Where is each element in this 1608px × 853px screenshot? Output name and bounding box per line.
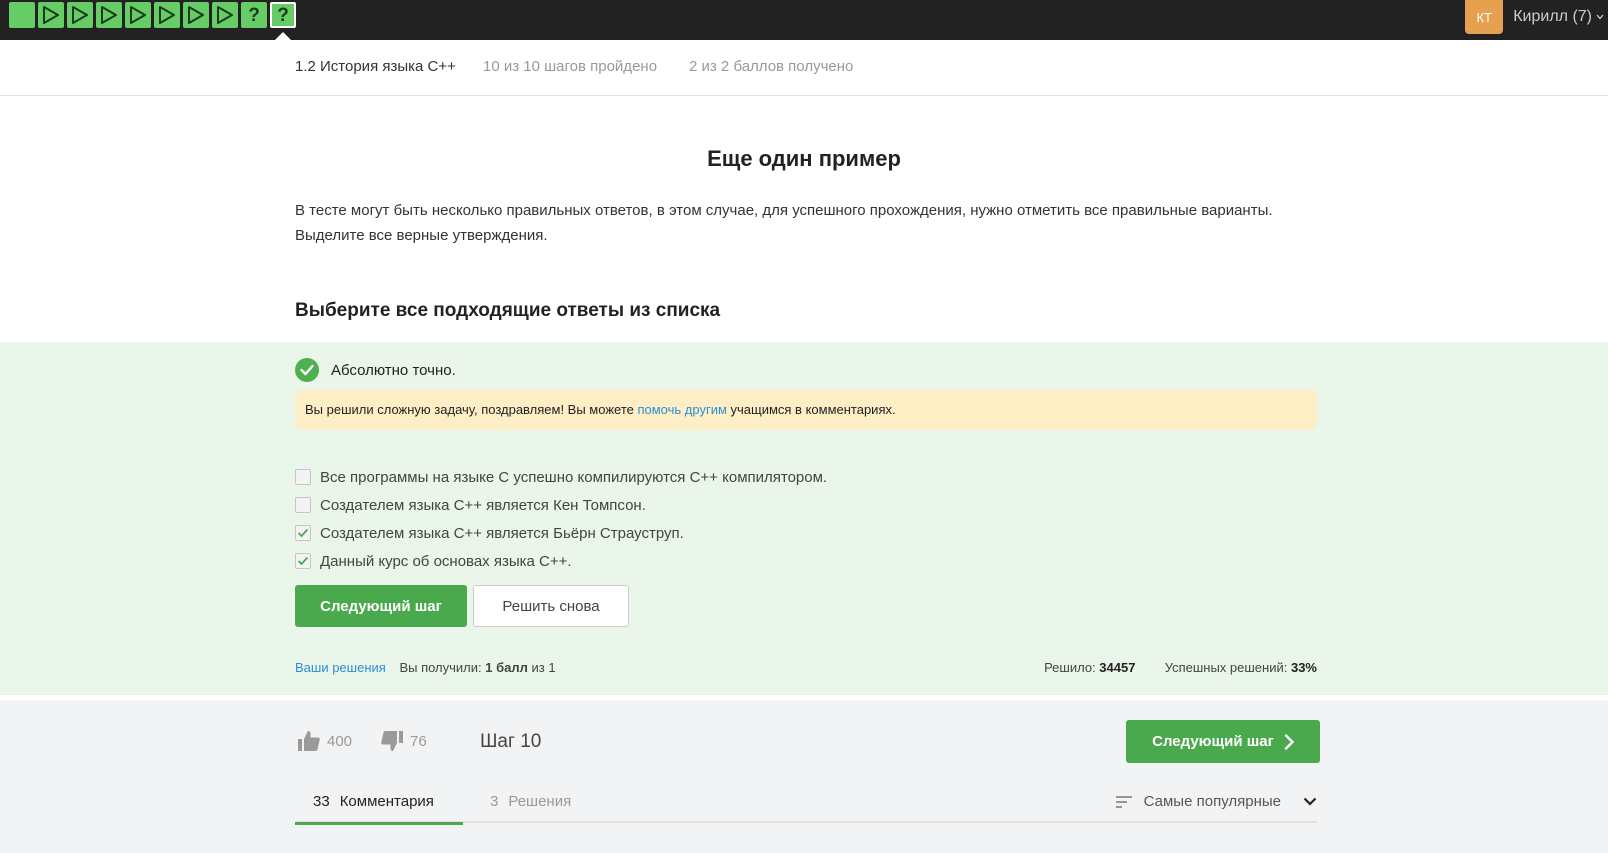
answer-option[interactable]: Все программы на языке C успешно компили… — [295, 463, 827, 491]
checkbox-checked[interactable] — [295, 553, 311, 569]
solved-count: 34457 — [1099, 660, 1136, 675]
comments-count: 33 — [313, 793, 330, 810]
thumbs-up-icon — [298, 731, 320, 751]
chevron-right-icon — [1284, 733, 1294, 750]
received-label: Вы получили: — [399, 660, 482, 675]
play-icon — [43, 6, 59, 24]
discussion-tabs: 33 Комментария 3 Решения Самые популярны… — [295, 790, 1317, 825]
option-label: Создателем языка C++ является Бьёрн Стра… — [320, 524, 684, 542]
chevron-down-icon — [1303, 797, 1317, 806]
solutions-count: 3 — [490, 793, 499, 810]
lesson-points: 2 из 2 баллов получено — [689, 58, 854, 75]
answer-option[interactable]: Создателем языка C++ является Кен Томпсо… — [295, 491, 827, 519]
solutions-label: Решения — [508, 793, 572, 810]
result-status: Абсолютно точно. — [295, 358, 456, 382]
play-icon — [188, 6, 204, 24]
play-icon — [159, 6, 175, 24]
chevron-down-icon[interactable] — [1596, 14, 1604, 20]
step-10-quiz[interactable]: ? — [270, 2, 296, 28]
step-5-video[interactable] — [125, 2, 151, 28]
success-rate: 33% — [1290, 660, 1317, 675]
sort-icon — [1115, 795, 1132, 808]
next-step-button[interactable]: Следующий шаг — [295, 585, 467, 627]
step-title: Еще один пример — [707, 146, 901, 171]
sort-label: Самые популярные — [1143, 793, 1281, 810]
like-button[interactable]: 400 — [297, 730, 352, 752]
checkmark-icon — [297, 528, 309, 538]
lesson-title[interactable]: 1.2 История языка C++ — [295, 58, 456, 75]
thumbs-down-icon — [381, 731, 403, 751]
help-others-link[interactable]: помочь другим — [637, 402, 726, 417]
next-step-footer-label: Следующий шаг — [1152, 733, 1274, 750]
hint-box: Вы решили сложную задачу, поздравляем! В… — [295, 390, 1317, 430]
received-value: 1 балл — [485, 660, 528, 675]
check-circle-icon — [295, 358, 319, 382]
option-label: Создателем языка C++ является Кен Томпсо… — [320, 496, 646, 514]
checkbox[interactable] — [295, 469, 311, 485]
answer-option[interactable]: Создателем языка C++ является Бьёрн Стра… — [295, 519, 827, 547]
retry-button[interactable]: Решить снова — [473, 585, 629, 627]
likes-count: 400 — [327, 732, 353, 750]
step-7-video[interactable] — [183, 2, 209, 28]
question-icon: ? — [277, 4, 289, 26]
checkmark-icon — [297, 556, 309, 566]
option-label: Все программы на языке C успешно компили… — [320, 468, 828, 486]
step-footer — [0, 700, 1608, 853]
avatar[interactable]: КТ — [1465, 0, 1504, 34]
step-3-video[interactable] — [67, 2, 93, 28]
play-icon — [72, 6, 88, 24]
dislikes-count: 76 — [410, 732, 427, 750]
play-icon — [101, 6, 117, 24]
next-step-footer-button[interactable]: Следующий шаг — [1126, 720, 1320, 763]
step-4-video[interactable] — [96, 2, 122, 28]
step-2-video[interactable] — [38, 2, 64, 28]
step-navigation: ? ? — [9, 2, 296, 28]
current-step-pointer — [275, 32, 291, 40]
your-solutions-link[interactable]: Ваши решения — [295, 660, 386, 675]
checkbox[interactable] — [295, 497, 311, 513]
play-icon — [130, 6, 146, 24]
success-label: Успешных решений: — [1164, 660, 1288, 675]
answer-options: Все программы на языке C успешно компили… — [295, 463, 827, 575]
checkbox-checked[interactable] — [295, 525, 311, 541]
question-icon: ? — [248, 4, 260, 26]
answer-option[interactable]: Данный курс об основах языка C++. — [295, 547, 827, 575]
hint-text-before: Вы решили сложную задачу, поздравляем! В… — [305, 402, 638, 417]
step-1-text[interactable] — [9, 2, 35, 28]
lesson-header: 1.2 История языка C++ 10 из 10 шагов про… — [0, 40, 1608, 96]
option-label: Данный курс об основах языка C++. — [320, 552, 572, 570]
solved-label: Решило: — [1044, 660, 1096, 675]
user-name[interactable]: Кирилл (7) — [1513, 8, 1592, 26]
step-9-quiz[interactable]: ? — [241, 2, 267, 28]
step-6-video[interactable] — [154, 2, 180, 28]
tab-comments[interactable]: 33 Комментария — [295, 790, 463, 825]
user-menu[interactable]: КТ Кирилл (7) — [1465, 0, 1608, 34]
tab-solutions[interactable]: 3 Решения — [490, 790, 571, 823]
result-label: Абсолютно точно. — [331, 361, 456, 379]
received-of: из 1 — [531, 660, 556, 675]
step-8-video[interactable] — [212, 2, 238, 28]
top-navbar: ? ? КТ Кирилл (7) — [0, 0, 1608, 40]
comments-label: Комментария — [339, 793, 434, 810]
step-number: Шаг 10 — [480, 731, 542, 752]
play-icon — [217, 6, 233, 24]
quiz-title: Выберите все подходящие ответы из списка — [295, 300, 721, 321]
lesson-progress: 10 из 10 шагов пройдено — [483, 58, 658, 75]
hint-text-after: учащимся в комментариях. — [726, 402, 896, 417]
step-text: В тесте могут быть несколько правильных … — [295, 202, 1273, 244]
dislike-button[interactable]: 76 — [380, 730, 427, 752]
sort-dropdown[interactable]: Самые популярные — [1115, 793, 1317, 810]
